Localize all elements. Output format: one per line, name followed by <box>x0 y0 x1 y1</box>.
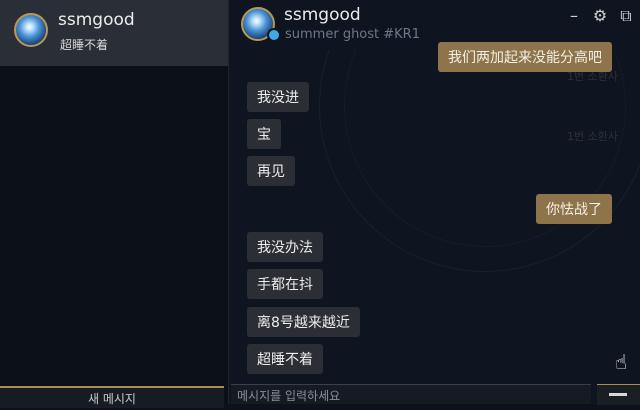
chat-panel: 1번 소환사 1번 소환사 ssmgood summer ghost #KR1 … <box>229 0 640 405</box>
contact-item-ssmgood[interactable]: ssmgood 超睡不着 <box>0 0 228 66</box>
window-controls: – ⚙ ⧉ <box>566 8 634 24</box>
message-input[interactable]: 메시지를 입력하세요 <box>231 384 591 404</box>
popout-icon[interactable]: ⧉ <box>618 8 634 24</box>
contact-name: ssmgood <box>58 10 135 30</box>
chat-contact-name: ssmgood <box>284 5 361 25</box>
message-bubble: 你怯战了 <box>536 194 612 224</box>
message-bubble: 我们两加起来没能分高吧 <box>438 42 612 72</box>
ghost-text: 1번 소환사 <box>567 130 618 143</box>
send-button[interactable] <box>597 384 640 405</box>
message-bubble: 我没进 <box>247 82 309 112</box>
contact-avatar <box>14 13 48 47</box>
contact-list-panel: ssmgood 超睡不着 새 메시지 <box>0 0 229 408</box>
message-bubble: 手都在抖 <box>247 269 323 299</box>
new-message-button[interactable]: 새 메시지 <box>0 386 224 408</box>
online-status-icon <box>267 28 281 42</box>
gear-icon[interactable]: ⚙ <box>592 8 608 24</box>
minimize-icon[interactable]: – <box>566 8 582 24</box>
message-bubble: 超睡不着 <box>247 344 323 374</box>
message-bubble: 宝 <box>247 119 281 149</box>
message-bubble: 再见 <box>247 156 295 186</box>
chat-contact-tag: summer ghost #KR1 <box>285 27 420 42</box>
hand-cursor-icon: ☝ <box>615 350 628 374</box>
message-bubble: 我没办法 <box>247 232 323 262</box>
contact-status: 超睡不着 <box>60 38 109 52</box>
message-bubble: 离8号越来越近 <box>247 307 360 337</box>
